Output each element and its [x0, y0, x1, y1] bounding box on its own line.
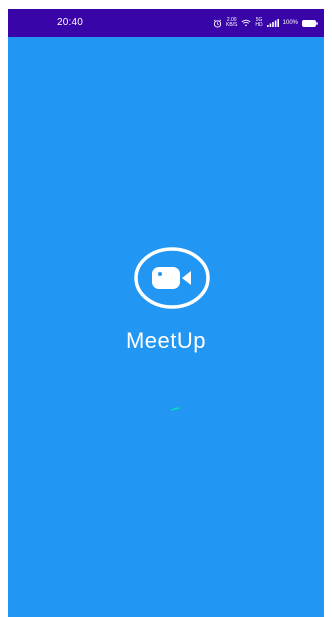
app-logo	[134, 247, 210, 309]
video-camera-icon	[134, 247, 210, 313]
battery-level: 100%	[282, 20, 298, 26]
status-time: 20:40	[57, 17, 84, 28]
app-name: MeetUp	[125, 328, 207, 353]
status-bar: 20:40 2.00 KB/S 5G HD 100%	[8, 9, 324, 37]
loading-spinner-icon	[171, 399, 181, 411]
status-icons: 2.00 KB/S 5G HD 100%	[213, 17, 318, 29]
network-speed: 2.00 KB/S	[226, 18, 237, 28]
battery-icon	[302, 19, 318, 27]
network-type: 5G HD	[255, 18, 262, 28]
alarm-icon	[213, 19, 222, 28]
network-speed-unit: KB/S	[226, 22, 238, 28]
wifi-icon	[241, 19, 251, 27]
signal-icon	[266, 19, 279, 27]
network-type-sub: HD	[255, 22, 263, 28]
splash-screen: 20:40 2.00 KB/S 5G HD 100% MeetUp	[8, 9, 324, 617]
